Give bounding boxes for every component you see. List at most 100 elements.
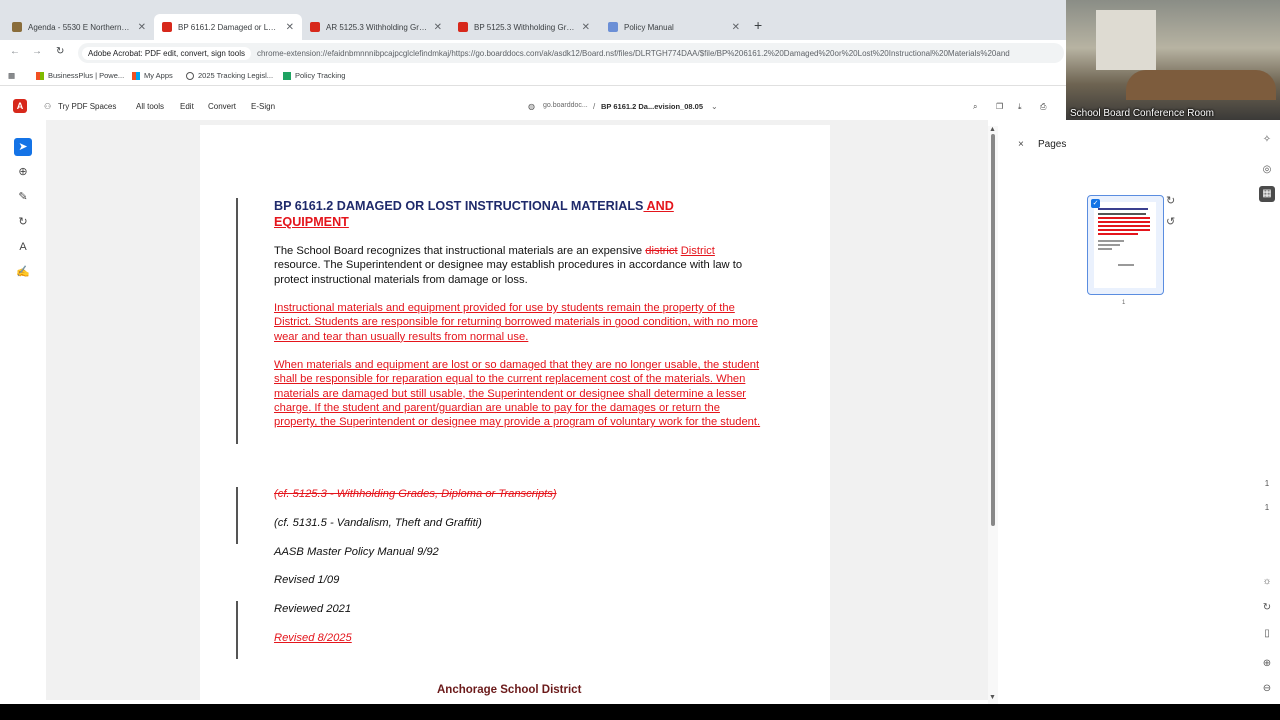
acrobat-logo-icon[interactable]: A bbox=[13, 99, 27, 113]
pdf-page: BP 6161.2 DAMAGED OR LOST INSTRUCTIONAL … bbox=[200, 125, 830, 700]
bookmark-policy-tracking[interactable]: Policy Tracking bbox=[283, 71, 345, 80]
tab-agenda[interactable]: Agenda - 5530 E Northern Ligh ✕ bbox=[4, 14, 154, 40]
url-text[interactable]: chrome-extension://efaidnbmnnnibpcajpcgl… bbox=[257, 49, 1010, 58]
close-panel-icon[interactable]: × bbox=[1018, 139, 1024, 150]
globe-icon: ◍ bbox=[528, 102, 535, 111]
select-cursor-icon[interactable]: ➤ bbox=[14, 138, 32, 156]
text-box-icon[interactable]: A bbox=[14, 238, 32, 256]
vertical-scrollbar[interactable]: ▲ ▼ bbox=[988, 126, 998, 704]
tab-strip: Agenda - 5530 E Northern Ligh ✕ BP 6161.… bbox=[0, 0, 1066, 40]
sign-icon[interactable]: ✍ bbox=[14, 263, 32, 281]
thumb-line bbox=[1098, 208, 1148, 210]
highlight-pen-icon[interactable]: ✎ bbox=[14, 188, 32, 206]
pdf-favicon-icon bbox=[162, 22, 172, 32]
tab-ar-5125-3[interactable]: AR 5125.3 Withholding Grades ✕ bbox=[302, 14, 450, 40]
copy-icon[interactable]: ❐ bbox=[996, 102, 1003, 111]
menu-e-sign[interactable]: E-Sign bbox=[251, 102, 275, 111]
pages-panel-title: Pages bbox=[1038, 139, 1067, 150]
pdf-favicon-icon bbox=[310, 22, 320, 32]
cross-reference-deleted: (cf. 5125.3 - Withholding Grades, Diplom… bbox=[274, 488, 557, 500]
menu-convert[interactable]: Convert bbox=[208, 102, 236, 111]
breadcrumb-domain[interactable]: go.boarddoc... bbox=[543, 102, 588, 109]
change-bar bbox=[236, 487, 238, 544]
thumb-line bbox=[1098, 229, 1150, 231]
cross-reference-vandalism: (cf. 5131.5 - Vandalism, Theft and Graff… bbox=[274, 517, 482, 529]
total-page-number: 1 bbox=[1264, 503, 1270, 512]
bookmark-tracking-legislation[interactable]: 2025 Tracking Legisl... bbox=[186, 71, 273, 80]
address-bar[interactable]: Adobe Acrobat: PDF edit, convert, sign t… bbox=[78, 43, 1064, 63]
browser-window: Agenda - 5530 E Northern Ligh ✕ BP 6161.… bbox=[0, 0, 1280, 720]
bookmark-my-apps[interactable]: My Apps bbox=[132, 71, 173, 80]
district-footer: Anchorage School District bbox=[437, 684, 582, 696]
scroll-down-icon[interactable]: ▼ bbox=[989, 694, 996, 701]
checkbox-icon[interactable]: ✓ bbox=[1091, 199, 1100, 208]
sheets-icon bbox=[283, 71, 291, 80]
tab-bp-5125-3[interactable]: BP 5125.3 Withholding Grades ✕ bbox=[450, 14, 598, 40]
forward-icon[interactable]: → bbox=[32, 46, 42, 57]
thumb-line bbox=[1118, 264, 1134, 266]
conference-table bbox=[1126, 70, 1276, 100]
breadcrumb-separator: / bbox=[593, 102, 596, 111]
thumb-line bbox=[1098, 221, 1150, 223]
page-fit-icon[interactable]: ▯ bbox=[1259, 626, 1275, 642]
document-viewport[interactable]: BP 6161.2 DAMAGED OR LOST INSTRUCTIONAL … bbox=[46, 120, 988, 700]
right-tool-rail: ✧ ◎ ▦ 1 1 ☼ ↻ ▯ ⊕ ⊖ bbox=[1254, 126, 1280, 704]
close-icon[interactable]: ✕ bbox=[582, 22, 590, 33]
rotate-clockwise-icon[interactable]: ↻ bbox=[1166, 194, 1175, 207]
zoom-out-icon[interactable]: ⊖ bbox=[1259, 681, 1275, 697]
close-icon[interactable]: ✕ bbox=[286, 22, 294, 33]
comment-icon[interactable]: ◎ bbox=[1259, 162, 1275, 178]
current-page-number[interactable]: 1 bbox=[1259, 476, 1275, 492]
apps-grid-icon[interactable]: ▦ bbox=[8, 71, 15, 80]
bookmark-businessplus[interactable]: BusinessPlus | Powe... bbox=[36, 71, 124, 80]
thumb-line bbox=[1098, 233, 1138, 235]
close-icon[interactable]: ✕ bbox=[138, 22, 146, 33]
microsoft-icon bbox=[132, 71, 140, 80]
menu-edit[interactable]: Edit bbox=[180, 102, 194, 111]
policy-favicon-icon bbox=[608, 22, 618, 32]
thumbnail-page bbox=[1094, 202, 1156, 288]
tab-policy-manual[interactable]: Policy Manual ✕ bbox=[600, 14, 748, 40]
thumb-line bbox=[1098, 244, 1120, 246]
print-icon[interactable]: ⎙ bbox=[1040, 102, 1046, 112]
thumb-line bbox=[1098, 225, 1150, 227]
search-icon[interactable]: ⌕ bbox=[973, 102, 977, 112]
revised-date: Revised 1/09 bbox=[274, 574, 340, 586]
video-feed: School Board Conference Room bbox=[1066, 0, 1280, 120]
reviewed-date: Reviewed 2021 bbox=[274, 603, 352, 615]
thumbnail-page-number: 1 bbox=[1122, 300, 1126, 306]
address-bar-row: ← → ↻ Adobe Acrobat: PDF edit, convert, … bbox=[0, 40, 1066, 66]
site-label: Adobe Acrobat: PDF edit, convert, sign t… bbox=[88, 48, 245, 58]
change-bar bbox=[236, 198, 238, 444]
draw-loop-icon[interactable]: ↻ bbox=[14, 213, 32, 231]
change-bar bbox=[236, 601, 238, 659]
pdf-favicon-icon bbox=[458, 22, 468, 32]
refresh-icon[interactable]: ↻ bbox=[1259, 600, 1275, 616]
zoom-in-icon[interactable]: ⊕ bbox=[1259, 656, 1275, 672]
download-icon[interactable]: ⤓ bbox=[1018, 102, 1022, 112]
close-icon[interactable]: ✕ bbox=[732, 22, 740, 33]
paragraph-recognizes: The School Board recognizes that instruc… bbox=[274, 245, 743, 286]
site-info-chip[interactable]: Adobe Acrobat: PDF edit, convert, sign t… bbox=[82, 46, 251, 60]
page-thumbnail[interactable]: ✓ bbox=[1087, 195, 1164, 295]
menu-all-tools[interactable]: All tools bbox=[136, 102, 164, 111]
chevron-down-icon[interactable]: ⌄ bbox=[711, 102, 718, 111]
paragraph-property: Instructional materials and equipment pr… bbox=[274, 302, 758, 343]
reload-icon[interactable]: ↻ bbox=[56, 46, 64, 57]
whiteboard bbox=[1096, 10, 1156, 70]
scroll-up-icon[interactable]: ▲ bbox=[989, 126, 996, 133]
globe-icon bbox=[186, 71, 194, 80]
new-tab-icon[interactable]: + bbox=[754, 17, 762, 33]
zoom-comment-icon[interactable]: ⊕ bbox=[14, 163, 32, 181]
ai-assistant-icon[interactable]: ✧ bbox=[1259, 132, 1275, 148]
pages-grid-icon[interactable]: ▦ bbox=[1259, 186, 1275, 202]
close-icon[interactable]: ✕ bbox=[434, 22, 442, 33]
back-icon[interactable]: ← bbox=[10, 46, 20, 57]
bookmarks-bar: ▦ BusinessPlus | Powe... My Apps 2025 Tr… bbox=[0, 66, 1066, 86]
rotate-counterclockwise-icon[interactable]: ↺ bbox=[1166, 215, 1175, 228]
brightness-icon[interactable]: ☼ bbox=[1259, 574, 1275, 590]
scroll-thumb[interactable] bbox=[991, 134, 995, 526]
tab-bp-6161-2[interactable]: BP 6161.2 Damaged or Lost Ins ✕ bbox=[154, 14, 302, 40]
document-filename[interactable]: BP 6161.2 Da...evision_08.05 bbox=[601, 102, 703, 111]
try-pdf-spaces-button[interactable]: Try PDF Spaces bbox=[58, 102, 116, 111]
